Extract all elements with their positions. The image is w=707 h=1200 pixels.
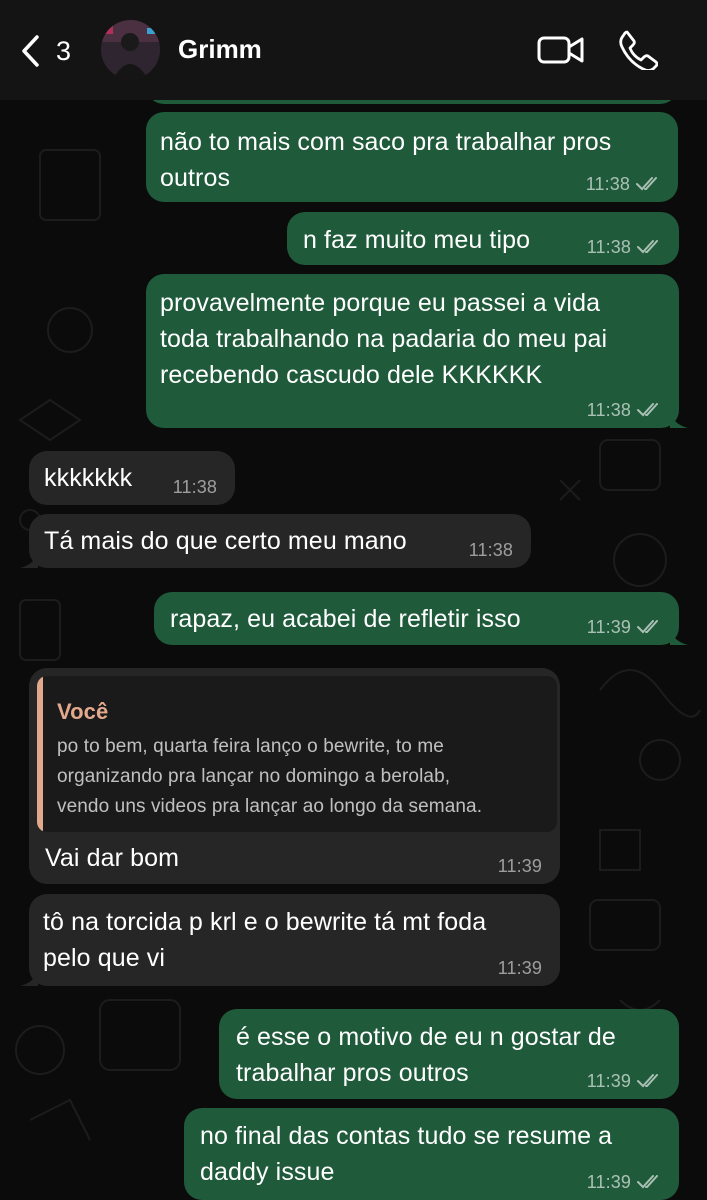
phone-icon[interactable] xyxy=(618,28,658,70)
message-bubble[interactable]: tô na torcida p krl e o bewrite tá mt fo… xyxy=(20,894,560,986)
quote-text-line: organizando pra lançar no domingo a bero… xyxy=(57,766,451,787)
message-time: 11:38 xyxy=(172,477,217,497)
chat-header: 3 Grimm xyxy=(0,0,707,100)
message-meta: 11:39 xyxy=(498,958,542,978)
message-text: provavelmente porque eu passei a vida xyxy=(160,289,601,317)
quote-author: Você xyxy=(57,699,109,724)
bubble-tail xyxy=(20,968,38,986)
message-bubble[interactable]: é esse o motivo de eu n gostar de trabal… xyxy=(219,1009,679,1099)
message-text: no final das contas tudo se resume a xyxy=(200,1122,613,1150)
double-check-icon xyxy=(637,1175,658,1189)
message-bubble[interactable]: provavelmente porque eu passei a vida to… xyxy=(146,274,688,428)
message-bubble[interactable]: Tá mais do que certo meu mano 11:38 xyxy=(20,514,531,568)
message-text: Vai dar bom xyxy=(45,844,180,872)
message-time: 11:39 xyxy=(586,617,631,637)
quote-text-line: po to bem, quarta feira lanço o bewrite,… xyxy=(57,736,444,757)
back-button[interactable]: 3 xyxy=(18,30,88,72)
double-check-icon xyxy=(637,620,658,634)
message-text: recebendo cascudo dele KKKKKK xyxy=(160,361,543,389)
message-text: não to mais com saco pra trabalhar pros xyxy=(160,128,612,156)
message-text: toda trabalhando na padaria do meu pai xyxy=(160,325,608,353)
unread-count: 3 xyxy=(56,35,72,66)
message-time: 11:39 xyxy=(586,1172,631,1192)
message-meta: 11:39 xyxy=(587,1071,663,1091)
bubble-tail xyxy=(670,410,688,428)
quoted-message[interactable]: Você po to bem, quarta feira lanço o bew… xyxy=(37,676,557,832)
message-text: é esse o motivo de eu n gostar de xyxy=(236,1023,616,1051)
double-check-icon xyxy=(637,1074,658,1088)
message-bubble[interactable]: no final das contas tudo se resume a dad… xyxy=(184,1108,679,1200)
message-bubble[interactable]: kkkkkkk 11:38 xyxy=(29,451,235,505)
message-time: 11:39 xyxy=(497,958,542,978)
message-meta: 11:39 xyxy=(587,1172,663,1192)
message-text: tô na torcida p krl e o bewrite tá mt fo… xyxy=(43,908,487,936)
message-text: Tá mais do que certo meu mano xyxy=(44,527,407,555)
message-meta: 11:39 xyxy=(498,856,542,876)
reply-message-bubble[interactable]: Você po to bem, quarta feira lanço o bew… xyxy=(29,668,560,884)
contact-avatar[interactable] xyxy=(101,20,160,79)
message-meta: 11:39 xyxy=(587,617,663,637)
bubble-tail xyxy=(670,627,688,645)
message-bubble[interactable]: rapaz, eu acabei de refletir isso 11:39 xyxy=(154,592,688,645)
message-bubble[interactable]: não to mais com saco pra trabalhar pros … xyxy=(146,112,678,202)
quote-text-line: vendo uns videos pra lançar ao longo da … xyxy=(57,796,483,817)
message-text: pelo que vi xyxy=(43,944,166,972)
message-time: 11:38 xyxy=(468,540,513,560)
message-meta: 11:38 xyxy=(587,237,663,257)
message-meta: 11:38 xyxy=(469,540,513,560)
bubble-tail xyxy=(20,550,38,568)
message-time: 11:38 xyxy=(585,174,630,194)
message-meta: 11:38 xyxy=(173,477,217,497)
double-check-icon xyxy=(637,240,658,254)
message-meta: 11:38 xyxy=(586,174,662,194)
double-check-icon xyxy=(637,403,658,417)
message-time: 11:39 xyxy=(497,856,542,876)
message-meta: 11:38 xyxy=(587,400,663,420)
contact-name[interactable]: Grimm xyxy=(178,34,262,65)
chevron-left-icon xyxy=(22,35,39,67)
quote-accent-bar xyxy=(37,676,43,832)
message-time: 11:38 xyxy=(586,237,631,257)
message-time: 11:38 xyxy=(586,400,631,420)
double-check-icon xyxy=(636,177,657,191)
message-bubble[interactable]: n faz muito meu tipo 11:38 xyxy=(287,212,679,265)
quote-text: po to bem, quarta feira lanço o bewrite,… xyxy=(57,732,482,822)
video-camera-icon[interactable] xyxy=(537,32,585,68)
message-time: 11:39 xyxy=(586,1071,631,1091)
